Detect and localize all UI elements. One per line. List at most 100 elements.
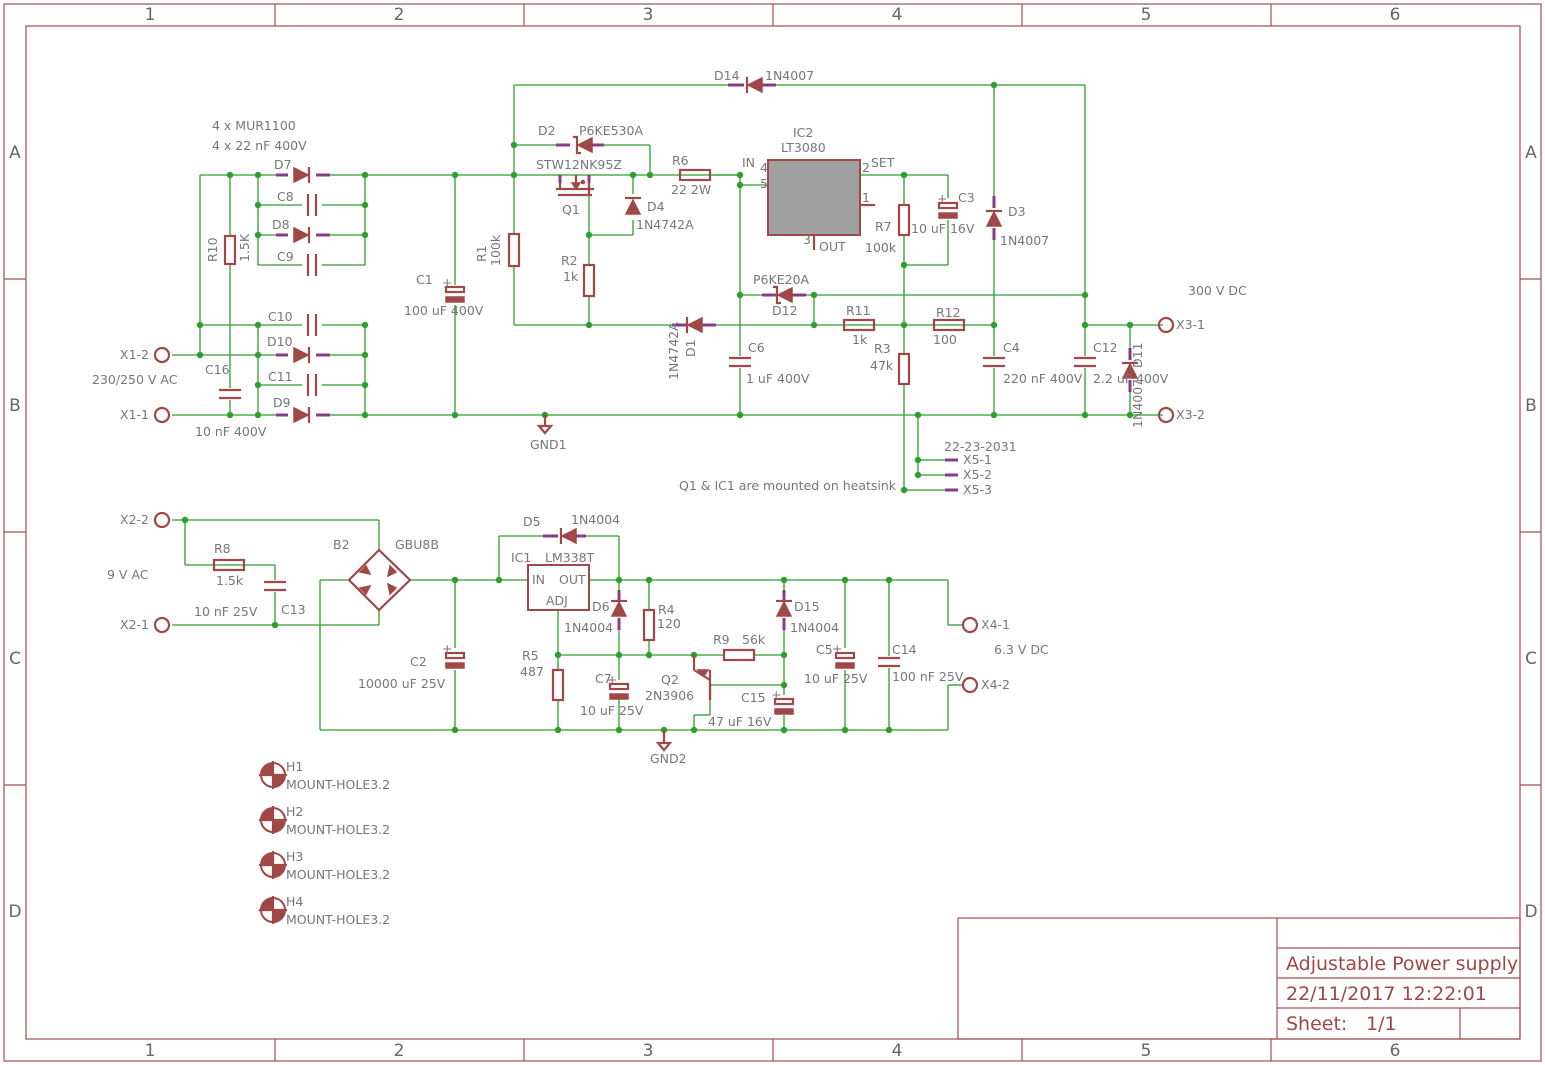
mount-hole-h2 — [259, 806, 287, 834]
row-label: D — [8, 902, 21, 922]
pin-ic2-3: 3 — [803, 232, 811, 247]
value-c16: 10 nF 400V — [195, 424, 267, 439]
value-c14: 100 nF 25V — [892, 669, 964, 684]
value-r10: 1.5K — [237, 233, 252, 262]
label-d6: D6 — [592, 599, 610, 614]
label-c14: C14 — [892, 642, 917, 657]
label-q2: Q2 — [661, 672, 679, 687]
note-ac-in-hv: 230/250 V AC — [92, 372, 178, 387]
label-r8: R8 — [214, 541, 231, 556]
label-x5-3: X5-3 — [963, 482, 992, 497]
label-x1-1: X1-1 — [120, 407, 149, 422]
plus-mark: + — [771, 687, 781, 702]
label-c15: C15 — [741, 690, 766, 705]
label-x5-2: X5-2 — [963, 467, 992, 482]
capacitor-c13 — [264, 580, 286, 592]
value-c15: 47 uF 16V — [708, 714, 772, 729]
row-label: C — [1525, 649, 1537, 669]
label-d2: D2 — [538, 123, 556, 138]
labels-lv: X2-2 9 V AC X2-1 R8 1.5k 10 nF 25V C13 B… — [107, 512, 1049, 927]
diode-d2 — [556, 135, 604, 155]
label-c13: C13 — [281, 602, 306, 617]
label-c2: C2 — [410, 654, 427, 669]
label-r7: R7 — [875, 219, 892, 234]
resistor-r5 — [551, 668, 565, 702]
value-r9: 56k — [742, 632, 766, 647]
label-d4: D4 — [647, 199, 665, 214]
ground-gnd1 — [536, 415, 554, 435]
value-d6: 1N4004 — [564, 620, 613, 635]
label-q1: Q1 — [562, 202, 580, 217]
note-heatsink: Q1 & IC1 are mounted on heatsink — [679, 478, 897, 493]
capacitor-c14 — [878, 656, 900, 668]
pin-ic2-1: 1 — [862, 190, 870, 205]
plus-mark: + — [832, 641, 842, 656]
resistor-r10 — [223, 234, 237, 266]
schematic-sheet: 1 2 3 4 5 6 1 2 3 4 5 6 A B C D A B C D — [3, 3, 1542, 1062]
label-x4-1: X4-1 — [981, 617, 1010, 632]
resistor-r7 — [897, 203, 911, 237]
terminal-x1-1 — [153, 406, 171, 424]
label-c9: C9 — [277, 249, 294, 264]
value-c3: 10 uF 16V — [911, 221, 975, 236]
label-d10: D10 — [267, 334, 293, 349]
col-label: 2 — [394, 5, 405, 25]
col-label: 4 — [892, 1041, 903, 1061]
diode-d10 — [276, 346, 330, 364]
pin-ic1-adj: ADJ — [546, 593, 568, 608]
label-h4: H4 — [286, 894, 303, 909]
plus-mark: + — [937, 191, 947, 206]
row-label: D — [1524, 902, 1537, 922]
col-label: 3 — [643, 1041, 654, 1061]
sheet-number: 1/1 — [1366, 1013, 1397, 1035]
label-c12: C12 — [1093, 340, 1118, 355]
col-label: 6 — [1390, 1041, 1401, 1061]
value-c2: 10000 uF 25V — [358, 676, 446, 691]
col-label: 1 — [145, 5, 156, 25]
note-hv-output: 300 V DC — [1188, 283, 1247, 298]
value-c4: 220 nF 400V — [1003, 371, 1083, 386]
label-r1: R1 — [474, 245, 489, 262]
connector-x5 — [945, 458, 958, 492]
label-b2: B2 — [333, 537, 350, 552]
capacitor-c8 — [302, 194, 322, 216]
value-d4: 1N4742A — [636, 217, 694, 232]
ic-ic2 — [767, 159, 875, 250]
mount-hole-h4 — [259, 896, 287, 924]
value-b2: GBU8B — [395, 537, 439, 552]
value-h2: MOUNT-HOLE3.2 — [286, 822, 390, 837]
capacitor-c15: + — [771, 687, 795, 715]
capacitor-c10 — [302, 314, 322, 336]
value-q2: 2N3906 — [645, 688, 694, 703]
value-d11: 1N4007 — [1130, 379, 1145, 428]
note-rectifier-diodes: 4 x MUR1100 — [212, 118, 296, 133]
value-r2: 1k — [563, 269, 579, 284]
terminal-x1-2 — [153, 346, 171, 364]
label-x2-2: X2-2 — [120, 512, 149, 527]
label-gnd1: GND1 — [530, 437, 567, 452]
capacitor-c11 — [302, 374, 322, 396]
value-r7: 100k — [865, 240, 897, 255]
pin-ic2-in: IN — [742, 155, 755, 170]
label-d15: D15 — [794, 599, 820, 614]
capacitor-c12 — [1073, 356, 1097, 368]
value-d15: 1N4004 — [790, 620, 839, 635]
label-r12: R12 — [936, 305, 961, 320]
label-d7: D7 — [274, 157, 292, 172]
drawing-title: Adjustable Power supply — [1286, 953, 1518, 975]
capacitor-c16 — [219, 388, 241, 400]
col-label: 1 — [145, 1041, 156, 1061]
row-label: B — [1525, 396, 1537, 416]
resistor-r2 — [582, 263, 596, 298]
label-c16: C16 — [205, 362, 230, 377]
label-x3-1: X3-1 — [1176, 317, 1205, 332]
label-r10: R10 — [205, 237, 220, 262]
value-r8: 1.5k — [216, 573, 244, 588]
pin-ic2-out: OUT — [819, 239, 846, 254]
label-r4: R4 — [658, 602, 675, 617]
capacitor-c2: + — [442, 641, 466, 669]
col-label: 2 — [394, 1041, 405, 1061]
terminal-x4-1 — [961, 616, 979, 634]
label-d11: D11 — [1130, 342, 1145, 368]
note-ac-in-lv: 9 V AC — [107, 567, 149, 582]
